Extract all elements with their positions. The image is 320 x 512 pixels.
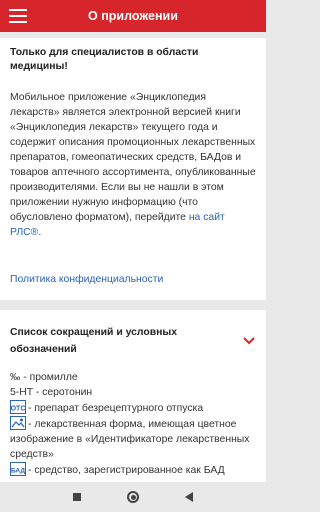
menu-icon[interactable] [0,0,36,32]
warning-heading: Только для специалистов в области медици… [10,47,199,72]
about-card: Только для специалистов в области медици… [0,38,266,300]
about-description: Мобильное приложение «Энциклопедия лекар… [10,90,256,240]
chevron-down-icon[interactable] [242,336,256,346]
svg-text:БАД: БАД [11,468,25,475]
about-body: Мобильное приложение «Энциклопедия лекар… [10,92,256,223]
list-item: - лекарственная форма, имеющая цветное и… [10,416,256,462]
abbreviations-card: Список сокращений и условных обозначений… [0,310,266,482]
list-item: 5-HT - серотонин [10,387,93,398]
svg-text:OTC: OTC [11,406,26,413]
abbreviations-title[interactable]: Список сокращений и условных обозначений [10,324,190,358]
list-item: БАД - средство, зарегистрированное как Б… [10,462,256,478]
about-body-end: . [38,227,42,238]
system-nav-bar [0,482,266,512]
home-button[interactable] [127,491,139,503]
bad-icon: БАД [10,462,26,476]
recents-button[interactable] [73,493,81,501]
privacy-policy-link[interactable]: Политика конфиденциальности [10,274,163,285]
otc-icon: OTC [10,400,26,414]
app-bar: О приложении [0,0,266,32]
page-title: О приложении [88,9,178,23]
list-item: OTC - препарат безрецептурного отпуска [10,400,256,416]
abbreviations-list: ‰ - промилле 5-HT - серотонин OTC - преп… [10,370,256,478]
back-button[interactable] [185,492,193,502]
image-icon [10,416,26,430]
list-item: ‰ - промилле [10,372,78,383]
